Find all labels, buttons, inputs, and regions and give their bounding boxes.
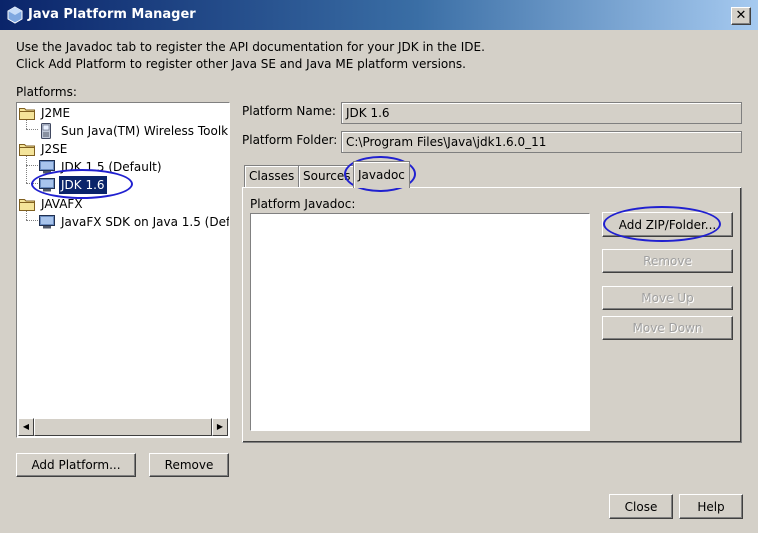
tree-item-label: JDK 1.5 (Default) [61,160,162,174]
folder-icon [19,199,35,211]
remove-platform-button[interactable]: Remove [149,453,229,477]
platforms-label: Platforms: [16,85,77,99]
platform-folder-label: Platform Folder: [242,133,338,147]
platform-icon [39,215,55,229]
tree-connector [26,165,38,166]
window-close-button[interactable]: ✕ [731,7,751,25]
tab-classes[interactable]: Classes [244,165,300,187]
tree-connector [26,129,38,130]
add-zip-folder-button[interactable]: Add ZIP/Folder... [602,212,733,237]
tree-horizontal-scrollbar[interactable]: ◀ ▶ [18,418,228,436]
tree-connector [26,220,38,221]
platform-icon [39,160,55,174]
description-line-1: Use the Javadoc tab to register the API … [16,40,485,54]
tree-item-label: JavaFX SDK on Java 1.5 (Default) [61,215,230,229]
javadoc-list[interactable] [250,213,590,431]
title-bar[interactable]: Java Platform Manager ✕ [0,0,758,30]
platform-manager-window: Java Platform Manager ✕ Use the Javadoc … [0,0,758,533]
tree-item-label: JAVAFX [41,197,83,211]
java-cup-icon [7,6,23,24]
platform-javadoc-label: Platform Javadoc: [250,197,356,211]
javadoc-tab-panel: Platform Javadoc: Add ZIP/Folder... Remo… [242,187,742,443]
folder-icon [19,108,35,120]
platforms-tree[interactable]: J2ME Sun Java(TM) Wireless Toolkit J2SE [16,102,230,438]
tree-item-label: Sun Java(TM) Wireless Toolkit [61,124,230,138]
close-button[interactable]: Close [609,494,673,519]
scroll-left-icon[interactable]: ◀ [18,418,34,436]
platform-name-field: JDK 1.6 [341,102,742,124]
tree-item-label: J2ME [41,106,71,120]
window-title: Java Platform Manager [28,7,196,22]
tree-connector [26,183,38,184]
platform-name-label: Platform Name: [242,104,336,118]
tree-item-label: J2SE [41,142,68,156]
tab-sources[interactable]: Sources [298,165,356,187]
tree-item-label-selected: JDK 1.6 [59,176,107,194]
move-up-button[interactable]: Move Up [602,286,733,310]
remove-javadoc-button[interactable]: Remove [602,249,733,273]
scroll-right-icon[interactable]: ▶ [212,418,228,436]
add-platform-button[interactable]: Add Platform... [16,453,136,477]
platform-icon [39,178,55,192]
description-line-2: Click Add Platform to register other Jav… [16,57,466,71]
platform-folder-field: C:\Program Files\Java\jdk1.6.0_11 [341,131,742,153]
folder-icon [19,144,35,156]
move-down-button[interactable]: Move Down [602,316,733,340]
tab-javadoc[interactable]: Javadoc [353,161,410,188]
tree-connector [26,154,27,183]
help-button[interactable]: Help [679,494,743,519]
device-icon [41,123,51,139]
scroll-thumb[interactable] [34,418,212,436]
